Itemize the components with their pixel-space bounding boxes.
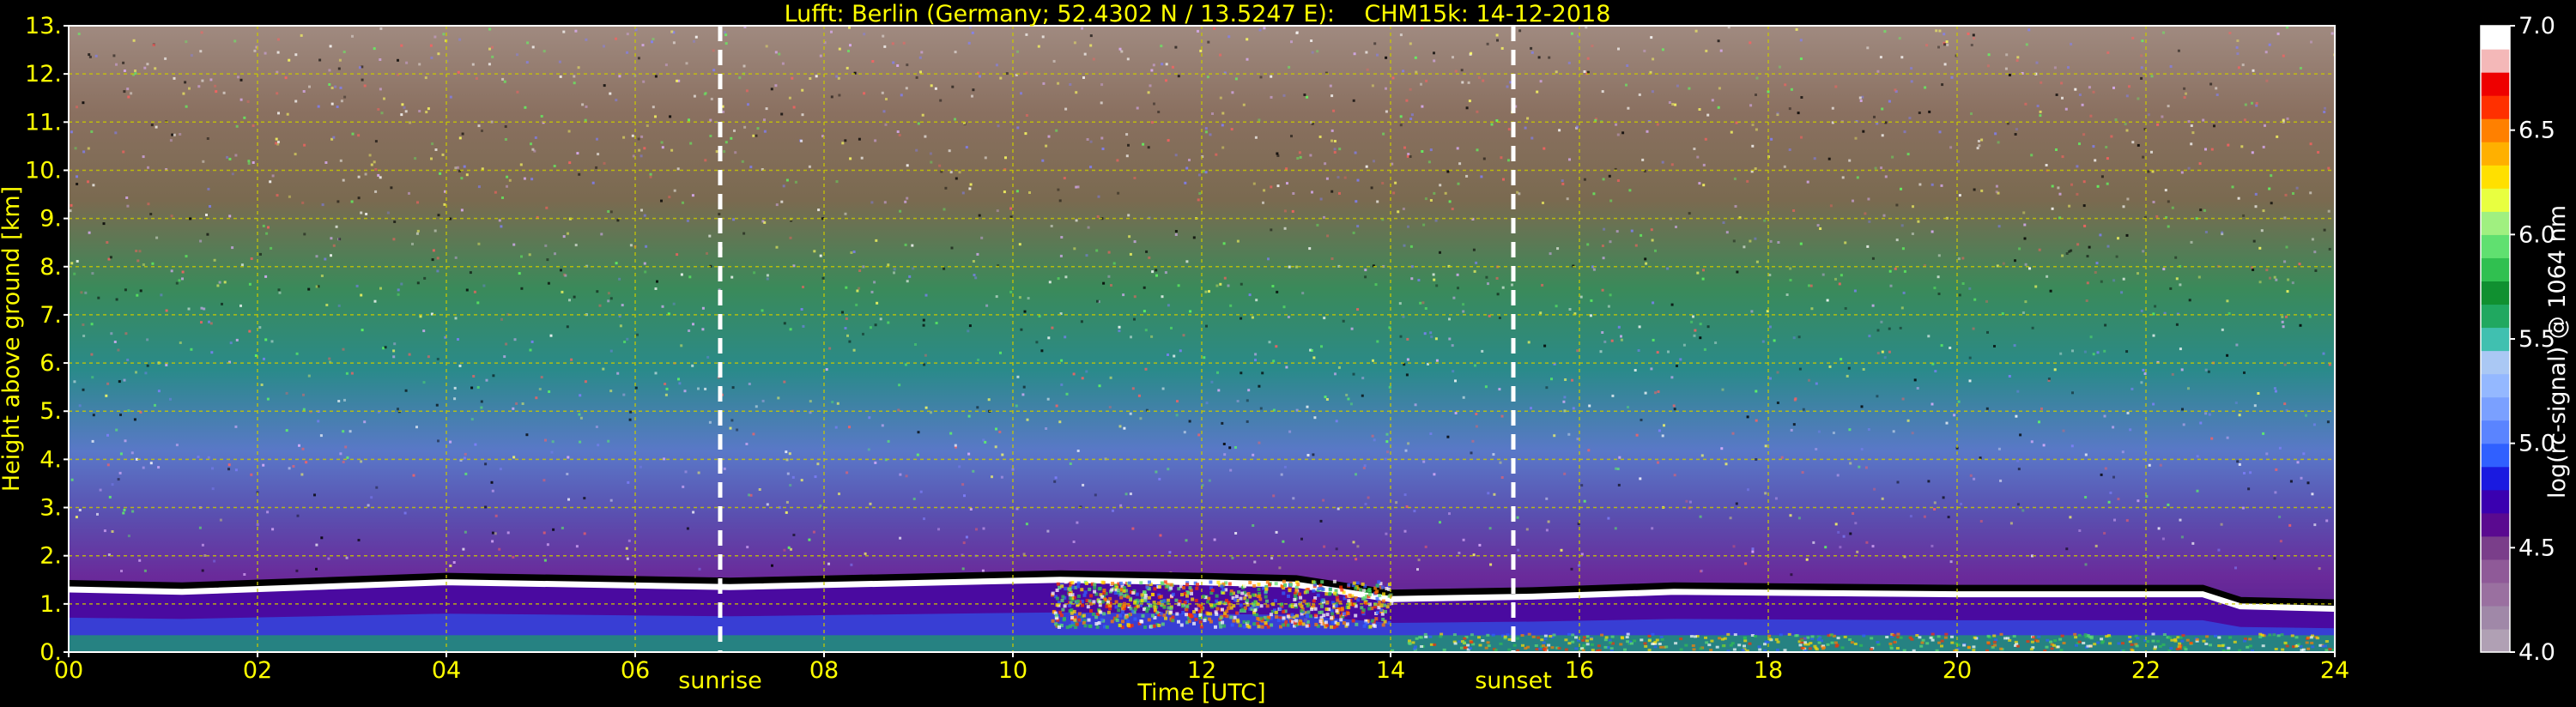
x-tick-label: 10	[998, 657, 1027, 684]
colorbar-segment	[2481, 257, 2510, 282]
colorbar-tick-label: 6.5	[2518, 118, 2555, 144]
y-tick-label: 5.	[39, 398, 62, 425]
x-tick-label: 06	[621, 657, 650, 684]
x-tick-label: 08	[809, 657, 839, 684]
colorbar-segment	[2481, 466, 2510, 491]
colorbar-segment	[2481, 281, 2510, 305]
colorbar-segment	[2481, 373, 2510, 398]
y-tick-label: 10.	[25, 157, 62, 184]
x-tick-label: 20	[1943, 657, 1972, 684]
colorbar-tick-label: 7.0	[2518, 13, 2555, 39]
x-tick-label: 16	[1565, 657, 1594, 684]
colorbar-segment	[2481, 72, 2510, 96]
colorbar-segment	[2481, 582, 2510, 607]
colorbar-segment	[2481, 559, 2510, 583]
y-tick-label: 2.	[39, 543, 62, 570]
colorbar-label: log(rc-signal) @ 1064 nm	[2544, 205, 2571, 499]
y-tick-label: 13.	[25, 13, 62, 39]
x-tick-label: 18	[1754, 657, 1783, 684]
colorbar-segment	[2481, 304, 2510, 329]
x-axis-label: Time [UTC]	[1136, 680, 1265, 706]
colorbar-segment	[2481, 489, 2510, 514]
colorbar-segment	[2481, 165, 2510, 189]
colorbar-segment	[2481, 628, 2510, 653]
x-tick-label: 04	[432, 657, 461, 684]
colorbar-segment	[2481, 142, 2510, 166]
colorbar-segment	[2481, 234, 2510, 258]
y-tick-label: 1.	[39, 591, 62, 618]
colorbar-tick-label: 4.0	[2518, 639, 2555, 666]
signal-background	[69, 26, 2335, 652]
colorbar-segment	[2481, 95, 2510, 119]
x-tick-label: 14	[1376, 657, 1405, 684]
y-tick-label: 12.	[25, 61, 62, 88]
colorbar-segment	[2481, 605, 2510, 630]
ceilometer-figure: sunrise sunset00 02 04 06 08 10 12 14 16 18 20 22 240…	[0, 0, 2576, 707]
y-axis-label: Height above ground [km]	[0, 186, 25, 492]
y-tick-label: 0.	[39, 639, 62, 666]
colorbar-segment	[2481, 512, 2510, 537]
colorbar-segment	[2481, 188, 2510, 212]
y-tick-label: 4.	[39, 446, 62, 473]
y-tick-label: 9.	[39, 206, 62, 233]
y-tick-label: 11.	[25, 109, 62, 136]
colorbar-segment	[2481, 396, 2510, 421]
chart-title: Lufft: Berlin (Germany; 52.4302 N / 13.5…	[785, 1, 1611, 27]
colorbar-segment	[2481, 26, 2510, 50]
plot-area	[69, 26, 2335, 652]
sunrise-label: sunrise	[678, 668, 762, 694]
x-tick-label: 02	[243, 657, 272, 684]
colorbar-segment	[2481, 118, 2510, 142]
colorbar-segment	[2481, 211, 2510, 235]
colorbar-segment	[2481, 327, 2510, 352]
colorbar-segment	[2481, 535, 2510, 560]
colorbar-segment	[2481, 420, 2510, 444]
x-tick-label: 22	[2131, 657, 2161, 684]
x-tick-label: 24	[2320, 657, 2349, 684]
sunset-label: sunset	[1475, 668, 1552, 694]
colorbar-tick-label: 4.5	[2518, 535, 2555, 561]
colorbar-segment	[2481, 49, 2510, 73]
y-tick-label: 8.	[39, 254, 62, 281]
colorbar-segment	[2481, 443, 2510, 468]
colorbar-segment	[2481, 350, 2510, 375]
y-tick-label: 3.	[39, 495, 62, 522]
y-tick-label: 6.	[39, 350, 62, 377]
y-tick-label: 7.	[39, 302, 62, 329]
